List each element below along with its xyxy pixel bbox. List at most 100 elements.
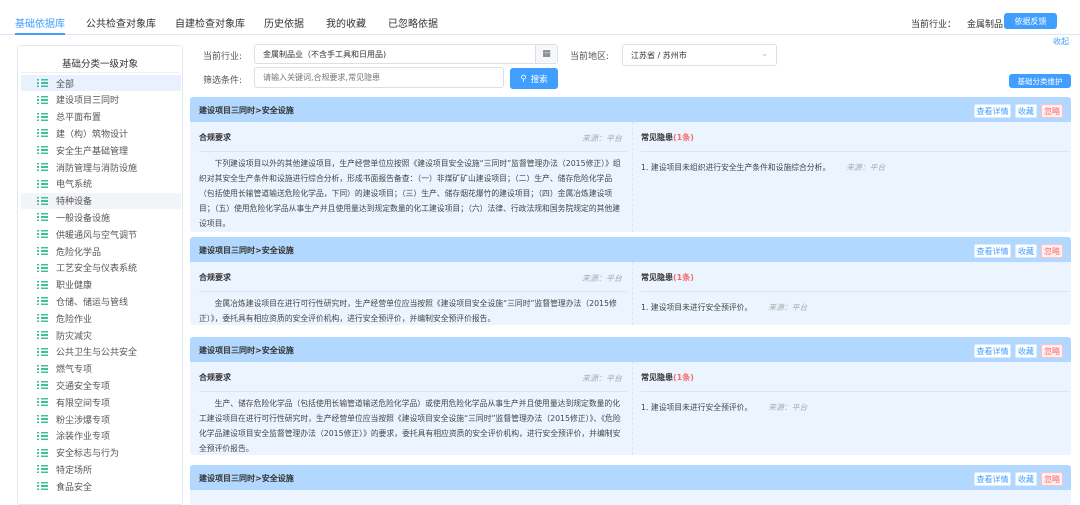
list-icon xyxy=(37,465,48,474)
category-maintain-button[interactable]: 基础分类维护 xyxy=(1009,74,1071,88)
sidebar-item[interactable]: 安全标志与行为 xyxy=(21,445,181,461)
hazard-count: (1条) xyxy=(673,373,694,382)
favorite-button[interactable]: 收藏 xyxy=(1015,344,1037,358)
sidebar-item-label: 危险化学品 xyxy=(56,247,102,258)
list-icon xyxy=(37,314,48,323)
hazard-section: 常见隐患(1条) 1. 建设项目未组织进行安全生产条件和设施综合分析。 来源：平台 xyxy=(632,122,1070,232)
list-icon xyxy=(37,263,48,272)
sidebar-item[interactable]: 特定场所 xyxy=(21,461,181,477)
grid-icon[interactable]: ▦ xyxy=(535,45,557,63)
view-detail-button[interactable]: 查看详情 xyxy=(974,244,1011,258)
ignore-button[interactable]: 忽略 xyxy=(1041,344,1063,358)
favorite-button[interactable]: 收藏 xyxy=(1015,104,1037,118)
compliance-text: 下列建设项目以外的其他建设项目，生产经营单位应按照《建设项目安全设施“三同时”监… xyxy=(199,159,621,228)
sidebar-item-label: 消防管理与消防设施 xyxy=(56,163,138,174)
sidebar-item[interactable]: 建（构）筑物设计 xyxy=(21,125,181,141)
region-value: 江苏省 / 苏州市 xyxy=(631,50,687,60)
list-icon xyxy=(37,247,48,255)
tab-custom-objects[interactable]: 自建检查对象库 xyxy=(175,15,245,30)
compliance-heading: 合规要求 xyxy=(199,273,231,282)
sidebar-item-label: 供暖通风与空气调节 xyxy=(56,230,138,241)
card-header: 建设项目三同时>安全设施 查看详情 收藏 忽略 xyxy=(190,97,1071,122)
sidebar-item-label: 公共卫生与公共安全 xyxy=(56,348,138,359)
sidebar-item-label: 一般设备设施 xyxy=(56,213,111,224)
sidebar-item-label: 燃气专项 xyxy=(56,365,93,376)
sidebar-item-label: 安全生产基础管理 xyxy=(56,146,129,157)
sidebar-item[interactable]: 仓储、储运与管线 xyxy=(21,293,181,309)
list-icon xyxy=(37,196,48,205)
sidebar-item[interactable]: 危险化学品 xyxy=(21,243,181,259)
sidebar-item-label: 交通安全专项 xyxy=(56,381,111,392)
list-icon xyxy=(37,331,48,339)
hazard-source: 来源：平台 xyxy=(768,303,808,312)
list-icon xyxy=(37,230,48,239)
ignore-button[interactable]: 忽略 xyxy=(1041,104,1063,118)
list-icon xyxy=(37,482,48,491)
sidebar-item[interactable]: 一般设备设施 xyxy=(21,209,181,225)
basis-card: 建设项目三同时>安全设施 查看详情 收藏 忽略 合规要求 来源：平台 金属冶炼建设项目在进行… xyxy=(190,237,1071,325)
source-label: 来源：平台 xyxy=(582,274,622,283)
card-title: 建设项目三同时>安全设施 xyxy=(199,474,294,483)
sidebar-item[interactable]: 公共卫生与公共安全 xyxy=(21,344,181,360)
industry-value: 金属制品业（不含手工具和日用品) xyxy=(263,49,387,59)
sidebar-item[interactable]: 工艺安全与仪表系统 xyxy=(21,260,181,276)
search-button[interactable]: ⚲ 搜索 xyxy=(510,68,558,89)
list-icon xyxy=(37,129,48,138)
list-icon xyxy=(37,95,48,104)
sidebar-item[interactable]: 食品安全 xyxy=(21,478,181,494)
sidebar-item-label: 危险作业 xyxy=(56,314,93,325)
sidebar-item[interactable]: 总平面布置 xyxy=(21,109,181,125)
list-icon xyxy=(37,280,48,289)
compliance-text: 金属冶炼建设项目在进行可行性研究时，生产经营单位应当按照《建设项目安全设施“三同… xyxy=(199,299,617,323)
sidebar-item-label: 安全标志与行为 xyxy=(56,449,120,460)
sidebar-item[interactable]: 涂装作业专项 xyxy=(21,428,181,444)
hazard-section: 常见隐患(1条) 1. 建设项目未进行安全预评价。 来源：平台 xyxy=(632,262,1070,325)
view-detail-button[interactable]: 查看详情 xyxy=(974,472,1011,486)
view-detail-button[interactable]: 查看详情 xyxy=(974,104,1011,118)
tab-basic-library[interactable]: 基础依据库 xyxy=(15,15,65,35)
region-select[interactable]: 江苏省 / 苏州市 ⌄ xyxy=(622,44,777,66)
feedback-button[interactable]: 依据反馈 xyxy=(1004,13,1057,29)
sidebar-item[interactable]: 交通安全专项 xyxy=(21,377,181,393)
tab-ignored[interactable]: 已忽略依据 xyxy=(388,15,438,30)
basis-card: 建设项目三同时>安全设施 查看详情 收藏 忽略 合规要求 来源：平台 生产、储存危险化学品（… xyxy=(190,337,1071,455)
sidebar-item-label: 全部 xyxy=(56,79,75,90)
sidebar-item[interactable]: 特种设备 xyxy=(21,192,181,209)
favorite-button[interactable]: 收藏 xyxy=(1015,472,1037,486)
sidebar-item-label: 总平面布置 xyxy=(56,113,102,124)
tab-favorites[interactable]: 我的收藏 xyxy=(326,15,366,30)
list-icon xyxy=(37,415,48,423)
sidebar-item[interactable]: 防灾减灾 xyxy=(21,327,181,343)
sidebar-item[interactable]: 电气系统 xyxy=(21,176,181,192)
sidebar-item-label: 电气系统 xyxy=(56,180,93,191)
sidebar-item[interactable]: 消防管理与消防设施 xyxy=(21,159,181,175)
favorite-button[interactable]: 收藏 xyxy=(1015,244,1037,258)
tab-public-objects[interactable]: 公共检查对象库 xyxy=(86,15,156,30)
sidebar-item[interactable]: 粉尘涉爆专项 xyxy=(21,411,181,427)
collapse-link[interactable]: 收起 xyxy=(1053,36,1069,47)
sidebar-item-label: 粉尘涉爆专项 xyxy=(56,415,111,426)
card-title: 建设项目三同时>安全设施 xyxy=(199,106,294,115)
tab-history[interactable]: 历史依据 xyxy=(264,15,304,30)
sidebar-item-label: 工艺安全与仪表系统 xyxy=(56,264,138,275)
industry-field[interactable]: 金属制品业（不含手工具和日用品) ▦ xyxy=(254,44,558,64)
sidebar-title: 基础分类一级对象 xyxy=(61,59,138,70)
sidebar-item[interactable]: 安全生产基础管理 xyxy=(21,142,181,158)
sidebar-item[interactable]: 全部 xyxy=(21,75,181,91)
card-header: 建设项目三同时>安全设施 查看详情 收藏 忽略 xyxy=(190,337,1071,362)
sidebar-item[interactable]: 供暖通风与空气调节 xyxy=(21,226,181,242)
search-icon: ⚲ xyxy=(520,73,527,84)
search-input[interactable] xyxy=(254,67,504,88)
sidebar-item[interactable]: 危险作业 xyxy=(21,310,181,326)
category-sidebar: 基础分类一级对象 全部建设项目三同时总平面布置 建（构）筑物设计安全生产基础管理消… xyxy=(17,45,183,505)
sidebar-item[interactable]: 职业健康 xyxy=(21,277,181,293)
region-label: 当前地区: xyxy=(570,52,610,62)
sidebar-item[interactable]: 燃气专项 xyxy=(21,361,181,377)
ignore-button[interactable]: 忽略 xyxy=(1041,244,1063,258)
sidebar-item[interactable]: 建设项目三同时 xyxy=(21,92,181,108)
source-label: 来源：平台 xyxy=(582,134,622,143)
sidebar-item[interactable]: 有限空间专项 xyxy=(21,394,181,410)
ignore-button[interactable]: 忽略 xyxy=(1041,472,1063,486)
list-icon xyxy=(37,398,48,407)
view-detail-button[interactable]: 查看详情 xyxy=(974,344,1011,358)
